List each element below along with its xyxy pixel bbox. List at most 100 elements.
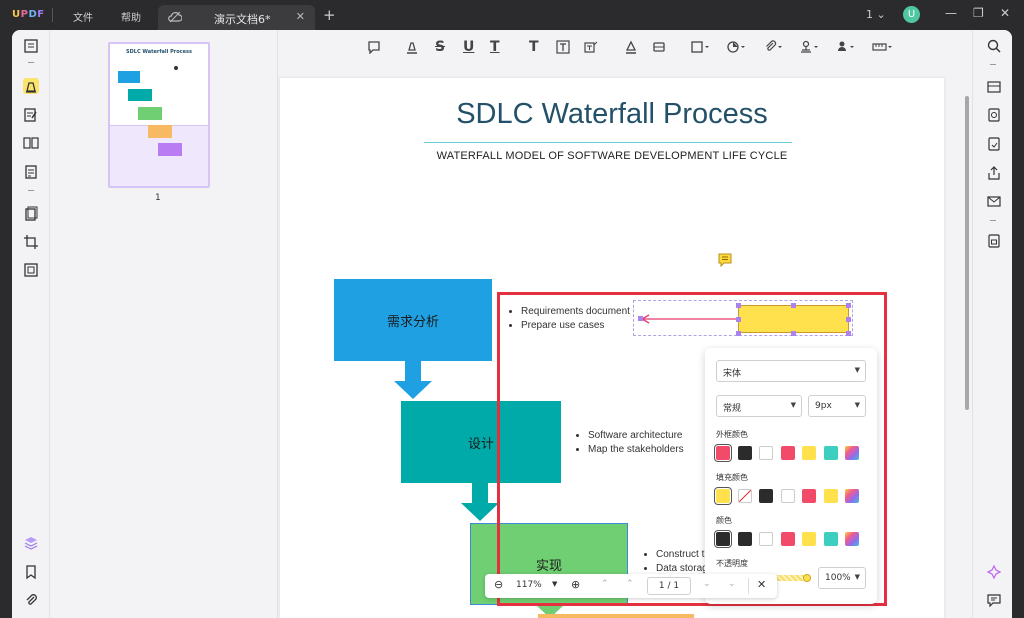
arrow-annotation[interactable] <box>640 314 738 324</box>
color-swatch[interactable] <box>780 489 795 503</box>
color-swatch[interactable] <box>823 489 838 503</box>
comment-tool-icon[interactable] <box>23 78 39 94</box>
edit-pdf-icon[interactable] <box>23 107 39 123</box>
color-swatch[interactable] <box>759 446 773 460</box>
resize-handle[interactable] <box>791 303 796 308</box>
resize-handle[interactable] <box>846 317 851 322</box>
zoom-value[interactable]: 117% <box>516 580 542 590</box>
eraser-icon[interactable] <box>652 40 666 54</box>
color-swatch[interactable] <box>823 446 838 460</box>
color-swatch[interactable] <box>714 530 732 548</box>
form-icon[interactable] <box>23 164 39 180</box>
resize-handle[interactable] <box>846 331 851 336</box>
crop-icon[interactable] <box>23 234 39 250</box>
text-icon[interactable]: T <box>529 39 539 55</box>
next-page-icon[interactable]: ⌄ <box>703 579 711 589</box>
menu-help[interactable]: 帮助 <box>121 9 141 24</box>
color-swatch[interactable] <box>802 446 816 460</box>
protect-icon[interactable] <box>987 137 1001 151</box>
save-icon[interactable] <box>987 234 1001 248</box>
sticky-note-icon[interactable] <box>718 253 732 267</box>
properties-popup: 宋体 ▼ 常规 ▼ 9px ▼ 外框颜色 填充颜色 颜色 不透明度 100% ▼ <box>705 348 877 604</box>
last-page-icon[interactable]: ⌄ <box>728 579 736 589</box>
zoom-out-icon[interactable]: ⊖ <box>494 578 503 591</box>
avatar[interactable]: U <box>903 6 920 23</box>
color-swatch[interactable] <box>845 532 859 546</box>
color-swatch[interactable] <box>845 489 859 503</box>
note-icon[interactable] <box>367 40 381 54</box>
vertical-scrollbar[interactable] <box>965 96 969 410</box>
highlight-icon[interactable] <box>405 40 419 54</box>
resize-handle[interactable] <box>736 303 741 308</box>
share-icon[interactable] <box>987 166 1001 180</box>
measure-icon[interactable] <box>872 40 894 54</box>
attachment-icon[interactable] <box>23 592 39 608</box>
page-number-box[interactable]: 1 / 1 <box>647 577 691 595</box>
compress-icon[interactable] <box>23 262 39 278</box>
page-indicator[interactable]: 1 ⌄ <box>866 8 886 21</box>
color-swatch[interactable] <box>759 532 773 546</box>
rectangle-annotation[interactable] <box>738 305 849 333</box>
attach-file-icon[interactable] <box>764 40 784 54</box>
color-swatch[interactable] <box>823 532 838 546</box>
ai-assistant-icon[interactable] <box>987 565 1001 579</box>
stamp-shape-icon[interactable] <box>727 40 747 54</box>
search-icon[interactable] <box>987 39 1001 53</box>
underline-icon[interactable]: U <box>463 39 474 55</box>
close-zoombar-icon[interactable]: ✕ <box>757 578 766 591</box>
document-tab[interactable]: 演示文档6* ✕ <box>158 5 315 30</box>
shape-icon[interactable] <box>691 40 711 54</box>
stamp-icon[interactable] <box>800 40 820 54</box>
color-swatch[interactable] <box>780 446 795 460</box>
restore-icon[interactable]: ❐ <box>973 6 984 20</box>
prev-page-icon[interactable]: ⌃ <box>626 579 634 589</box>
color-swatch[interactable] <box>759 489 773 503</box>
color-swatch[interactable] <box>780 532 795 546</box>
email-icon[interactable] <box>987 194 1001 208</box>
strikethrough-icon[interactable]: S <box>435 39 445 55</box>
new-tab-icon[interactable]: + <box>323 6 336 24</box>
opacity-slider-thumb[interactable] <box>803 574 811 582</box>
close-window-icon[interactable]: ✕ <box>1000 6 1010 20</box>
resize-handle[interactable] <box>638 316 643 321</box>
color-swatch[interactable] <box>737 532 752 546</box>
organize-icon[interactable] <box>23 135 39 151</box>
font-style-select[interactable]: 常规 ▼ <box>716 395 802 417</box>
color-swatch[interactable] <box>714 487 732 505</box>
bookmark-icon[interactable] <box>23 564 39 580</box>
ocr-icon[interactable] <box>987 80 1001 94</box>
resize-handle[interactable] <box>736 331 741 336</box>
color-swatch[interactable] <box>802 532 816 546</box>
reader-icon[interactable] <box>23 38 39 54</box>
textbox-icon[interactable] <box>556 40 570 54</box>
resize-handle[interactable] <box>791 331 796 336</box>
page-tools-icon[interactable] <box>23 206 39 222</box>
resize-handle[interactable] <box>736 317 741 322</box>
convert-icon[interactable] <box>987 108 1001 122</box>
step-box-requirements[interactable]: 需求分析 <box>334 279 492 361</box>
text-callout-icon[interactable] <box>584 40 598 54</box>
menu-file[interactable]: 文件 <box>73 9 93 24</box>
close-tab-icon[interactable]: ✕ <box>296 10 305 23</box>
color-swatch[interactable] <box>737 489 752 503</box>
down-arrow-icon <box>461 483 499 521</box>
font-size-select[interactable]: 9px ▼ <box>808 395 866 417</box>
color-swatch[interactable] <box>802 489 816 503</box>
zoom-dropdown-icon[interactable]: ▼ <box>552 580 557 588</box>
layers-icon[interactable] <box>23 535 39 551</box>
comments-panel-icon[interactable] <box>987 593 1001 607</box>
color-swatch[interactable] <box>845 446 859 460</box>
signature-icon[interactable] <box>836 40 856 54</box>
squiggly-icon[interactable]: T <box>490 39 500 55</box>
pencil-icon[interactable] <box>624 40 638 54</box>
color-swatch[interactable] <box>714 444 732 462</box>
resize-handle[interactable] <box>846 303 851 308</box>
font-family-select[interactable]: 宋体 ▼ <box>716 360 866 382</box>
opacity-select[interactable]: 100% ▼ <box>818 567 866 589</box>
zoom-in-icon[interactable]: ⊕ <box>571 578 580 591</box>
first-page-icon[interactable]: ⌃ <box>601 579 609 589</box>
title-underline <box>424 142 792 143</box>
minimize-icon[interactable]: — <box>945 6 957 20</box>
color-swatch[interactable] <box>737 446 752 460</box>
page-thumbnail[interactable]: SDLC Waterfall Process <box>108 42 210 188</box>
